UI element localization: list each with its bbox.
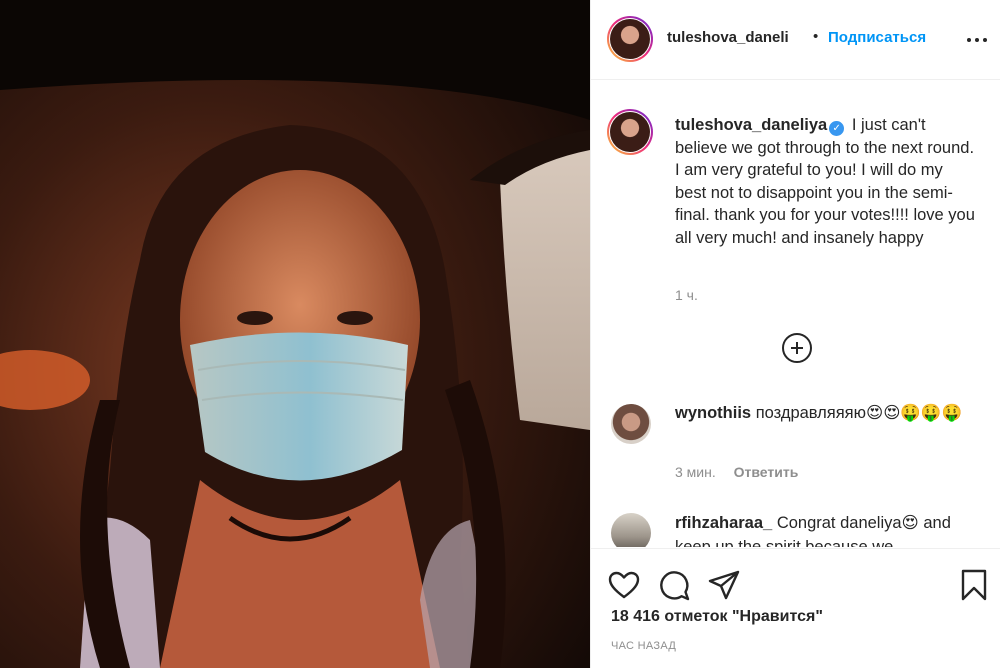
add-comment-icon[interactable] — [782, 333, 812, 363]
post-timestamp[interactable]: час назад — [611, 640, 676, 652]
post-details-panel: tuleshova_daneli • Подписаться tuleshova… — [590, 0, 1000, 668]
comment-time[interactable]: 3 мин. — [675, 464, 716, 480]
bookmark-icon[interactable] — [957, 568, 991, 602]
comment-avatar[interactable] — [611, 513, 651, 547]
author-avatar[interactable] — [607, 16, 653, 62]
caption-avatar[interactable] — [607, 109, 653, 155]
comment-username[interactable]: rfihzaharaa_ — [675, 514, 772, 532]
follow-button[interactable]: Подписаться — [828, 29, 926, 46]
author-username[interactable]: tuleshova_daneli — [667, 29, 789, 46]
selfie-image — [0, 0, 590, 668]
comment-avatar[interactable] — [611, 404, 651, 444]
caption-username[interactable]: tuleshova_daneliya — [675, 116, 827, 134]
comment-item: wynothiis поздравляяяю😍😍🤑🤑🤑 — [675, 401, 985, 425]
reply-button[interactable]: Ответить — [734, 464, 799, 480]
post-photo[interactable] — [0, 0, 590, 668]
caption-body: tuleshova_daneliya ✓ I just can't believe… — [675, 114, 975, 249]
comment-item: rfihzaharaa_ Congrat daneliya😍 and keep … — [675, 511, 985, 547]
likes-count[interactable]: 18 416 отметок "Нравится" — [611, 608, 823, 626]
caption-time[interactable]: 1 ч. — [675, 287, 698, 303]
caption-text: I just can't believe we got through to t… — [675, 116, 975, 247]
instagram-post-view: tuleshova_daneli • Подписаться tuleshova… — [0, 0, 1000, 668]
share-icon[interactable] — [707, 568, 741, 602]
verified-icon: ✓ — [829, 121, 845, 136]
more-icon[interactable] — [965, 30, 989, 50]
comment-username[interactable]: wynothiis — [675, 404, 751, 422]
comment-meta: 3 мин. Ответить — [675, 464, 798, 480]
comment-text: поздравляяяю😍😍🤑🤑🤑 — [755, 404, 963, 422]
separator-dot: • — [813, 28, 819, 45]
comments-area[interactable]: tuleshova_daneliya ✓ I just can't believe… — [591, 81, 1000, 547]
heart-icon[interactable] — [607, 568, 641, 602]
post-header: tuleshova_daneli • Подписаться — [591, 0, 1000, 80]
post-actions: 18 416 отметок "Нравится" час назад — [591, 548, 1000, 668]
comment-icon[interactable] — [657, 568, 691, 602]
